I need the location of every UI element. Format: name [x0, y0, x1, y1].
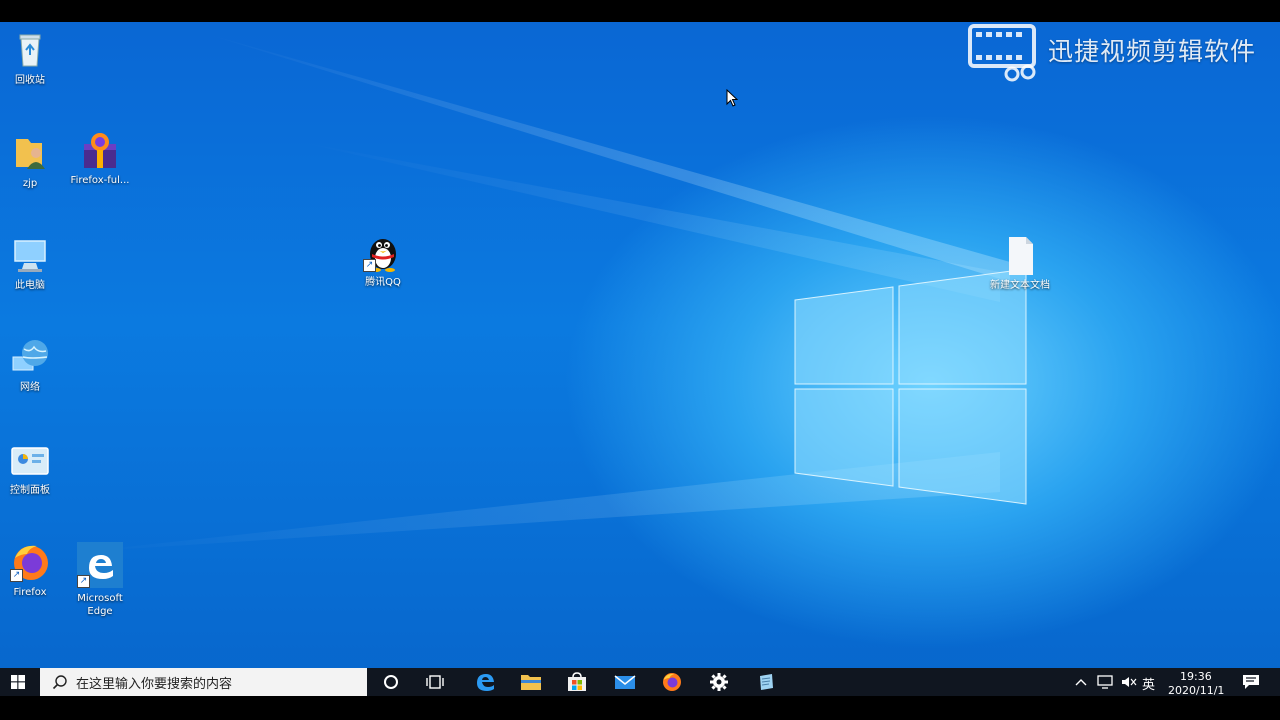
taskbar-settings-button[interactable]: [702, 668, 736, 696]
tray-overflow-button[interactable]: [1072, 668, 1090, 696]
recycle-bin-icon: [10, 30, 50, 70]
desktop-icon-firefox-installer[interactable]: Firefox-ful...: [65, 130, 135, 187]
firefox-icon: [663, 673, 681, 691]
shortcut-arrow-icon: ↗: [363, 259, 376, 272]
icon-label: zjp: [22, 178, 38, 189]
taskbar-firefox-button[interactable]: [655, 668, 689, 696]
edge-icon: [477, 674, 494, 691]
desktop-icon-text-document[interactable]: 新建文本文档: [985, 235, 1055, 292]
installer-box-icon: [80, 130, 120, 170]
icon-label: Firefox: [13, 587, 47, 598]
taskbar-file-explorer-button[interactable]: [514, 668, 548, 696]
qq-penguin-icon: ↗: [363, 232, 403, 272]
taskbar-edge-button[interactable]: [468, 668, 502, 696]
film-strip-logo-icon: [968, 24, 1036, 82]
windows-start-icon: [11, 675, 25, 689]
start-button[interactable]: [0, 668, 36, 696]
ime-indicator[interactable]: 英: [1142, 674, 1155, 693]
volume-muted-icon: [1122, 677, 1137, 687]
file-explorer-icon: [521, 675, 541, 690]
taskbar-mail-button[interactable]: [608, 668, 642, 696]
icon-label: 腾讯QQ: [365, 277, 401, 288]
desktop-icon-user-folder[interactable]: zjp: [0, 133, 65, 190]
icon-label: Firefox-ful...: [70, 175, 130, 186]
mail-icon: [614, 675, 636, 689]
chevron-up-icon: [1075, 679, 1087, 686]
edge-icon: ↗: [77, 542, 123, 588]
search-icon: [52, 675, 67, 690]
firefox-icon: ↗: [10, 542, 50, 582]
video-editor-watermark: 迅捷视频剪辑软件: [968, 22, 1280, 82]
icon-label: 控制面板: [10, 485, 50, 496]
desktop-icon-control-panel[interactable]: 控制面板: [0, 440, 65, 497]
desktop-icon-this-pc[interactable]: 此电脑: [0, 235, 65, 292]
shortcut-arrow-icon: ↗: [10, 569, 23, 582]
task-view-icon: [426, 675, 444, 689]
mouse-cursor-icon: [726, 89, 738, 107]
notepad-icon: [760, 674, 773, 690]
store-icon: [568, 672, 586, 691]
cortana-icon: [384, 675, 398, 689]
icon-label: 网络: [20, 382, 40, 393]
icon-label: Microsoft Edge: [77, 593, 123, 617]
taskbar-notepad-button[interactable]: [749, 668, 783, 696]
shortcut-arrow-icon: ↗: [77, 575, 90, 588]
task-view-button[interactable]: [418, 668, 452, 696]
control-panel-icon: [10, 440, 50, 480]
cortana-button[interactable]: [374, 668, 408, 696]
desktop[interactable]: 回收站 zjp Firefox-ful... 此电脑 ↗ 腾讯QQ 新建文本文档…: [0, 22, 1280, 696]
letterbox-bar: [0, 696, 1280, 720]
notification-icon: [1243, 675, 1259, 689]
tray-volume-button[interactable]: [1118, 668, 1140, 696]
icon-label: 此电脑: [15, 280, 45, 291]
desktop-icon-qq[interactable]: ↗ 腾讯QQ: [348, 232, 418, 289]
watermark-text: 迅捷视频剪辑软件: [1048, 37, 1257, 66]
icon-label: 回收站: [15, 75, 45, 86]
tray-clock[interactable]: 19:36 2020/11/1: [1164, 668, 1226, 696]
desktop-icon-edge[interactable]: ↗ Microsoft Edge: [65, 542, 135, 618]
clock-date: 2020/11/1: [1168, 684, 1225, 696]
desktop-icon-network[interactable]: 网络: [0, 337, 65, 394]
desktop-icon-firefox[interactable]: ↗ Firefox: [0, 542, 65, 599]
text-document-icon: [1000, 235, 1040, 275]
windows-logo-wallpaper: [794, 268, 1027, 505]
taskbar: 在这里输入你要搜索的内容 英 19:36 2020/11/1: [0, 668, 1280, 696]
icon-label: 新建文本文档: [990, 280, 1050, 291]
tray-network-button[interactable]: [1094, 668, 1116, 696]
desktop-icon-recycle-bin[interactable]: 回收站: [0, 30, 65, 87]
network-globe-icon: [10, 337, 50, 377]
network-wired-icon: [1097, 675, 1113, 689]
search-placeholder: 在这里输入你要搜索的内容: [76, 676, 233, 692]
user-folder-icon: [10, 133, 50, 173]
taskbar-store-button[interactable]: [560, 668, 594, 696]
computer-icon: [10, 235, 50, 275]
settings-gear-icon: [710, 673, 728, 691]
clock-time: 19:36: [1180, 670, 1212, 683]
action-center-button[interactable]: [1236, 668, 1266, 696]
taskbar-search-box[interactable]: 在这里输入你要搜索的内容: [40, 668, 367, 696]
